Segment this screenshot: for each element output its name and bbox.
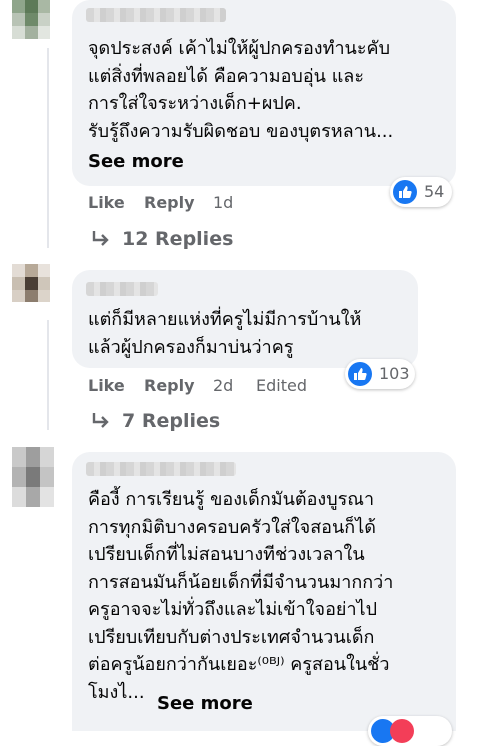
comment-text: คืองี้ การเรียนรู้ ของเด็กมันต้องบูรณา ก… (88, 489, 394, 703)
replies-label: 12 Replies (122, 228, 234, 250)
thread-line (47, 320, 49, 430)
avatar[interactable] (12, 447, 54, 507)
author-name[interactable] (86, 282, 158, 296)
view-replies-button[interactable]: 12 Replies (90, 228, 250, 254)
avatar[interactable] (12, 264, 50, 302)
comment-actions: Like Reply 1d (88, 193, 388, 215)
author-name[interactable] (86, 8, 226, 22)
view-replies-button[interactable]: 7 Replies (90, 410, 230, 436)
comment-actions: Like Reply 2d Edited (88, 376, 388, 398)
comment-text: จุดประสงค์ เค้าไม่ให้ผู้ปกครองทำนะคับ แต… (88, 38, 394, 142)
replies-label: 7 Replies (122, 410, 221, 432)
comment-text: แต่ก็มีหลายแห่งที่ครูไม่มีการบ้านให้ แล้… (88, 309, 362, 358)
reaction-summary[interactable]: 54 (390, 177, 452, 207)
timestamp[interactable]: 2d (213, 376, 233, 395)
like-button[interactable]: Like (88, 376, 125, 395)
heart-icon (390, 719, 414, 743)
author-name[interactable] (86, 462, 236, 476)
reply-button[interactable]: Reply (144, 193, 195, 212)
thumbs-up-icon (393, 180, 417, 204)
thread-line (47, 48, 49, 248)
reply-arrow-icon (92, 231, 109, 246)
comment-bubble: คืองี้ การเรียนรู้ ของเด็กมันต้องบูรณา ก… (72, 452, 456, 731)
reaction-summary[interactable] (368, 716, 452, 746)
reaction-count: 54 (424, 182, 445, 201)
see-more-link[interactable]: See more (157, 693, 253, 714)
reply-button[interactable]: Reply (144, 376, 195, 395)
like-button[interactable]: Like (88, 193, 125, 212)
comment-bubble: จุดประสงค์ เค้าไม่ให้ผู้ปกครองทำนะคับ แต… (72, 0, 456, 186)
timestamp[interactable]: 1d (213, 193, 233, 212)
reply-arrow-icon (92, 413, 109, 428)
avatar[interactable] (12, 0, 50, 40)
comment-bubble: แต่ก็มีหลายแห่งที่ครูไม่มีการบ้านให้ แล้… (72, 270, 418, 368)
see-more-link[interactable]: See more (88, 151, 184, 172)
edited-label: Edited (256, 376, 307, 395)
